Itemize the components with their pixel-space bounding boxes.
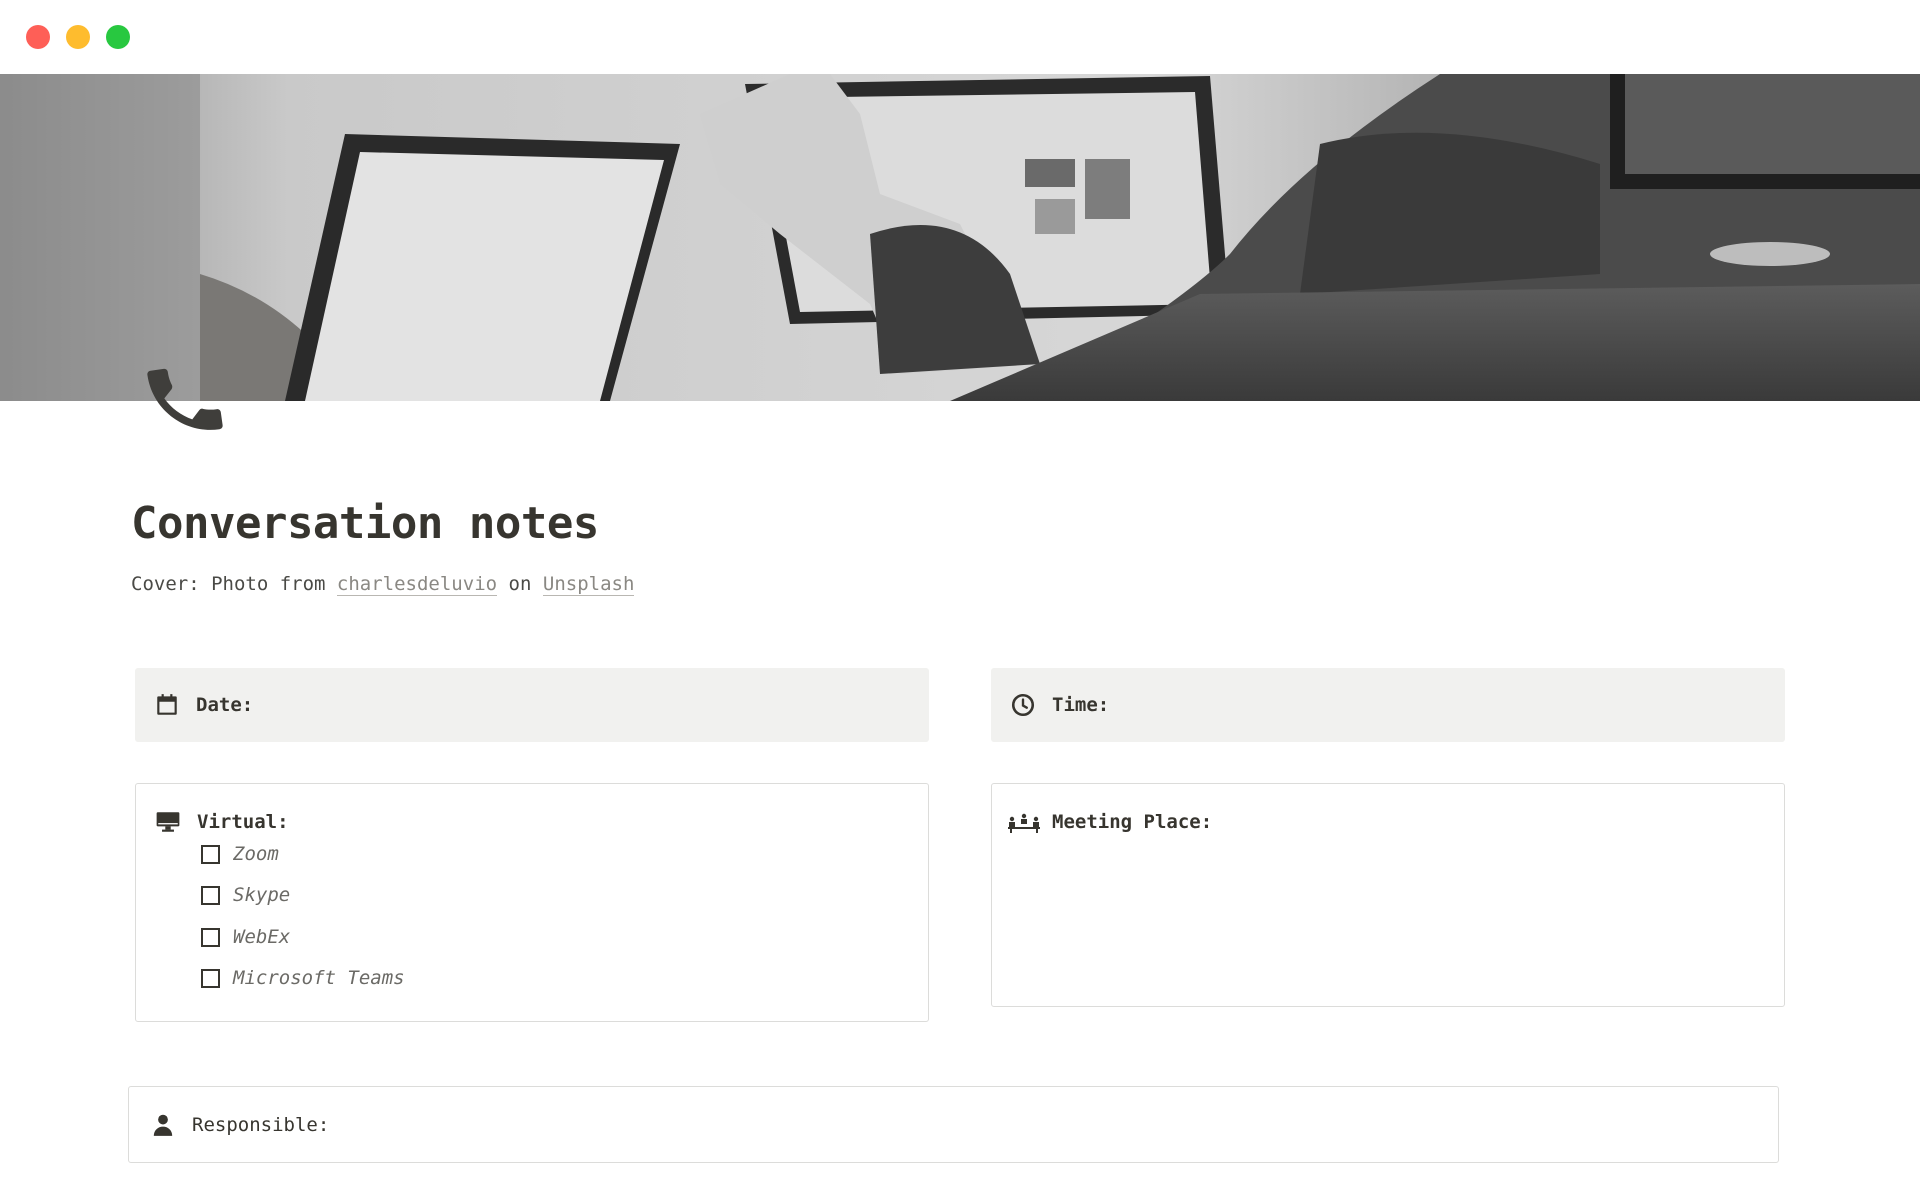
checklist-item-zoom[interactable]: Zoom [201,843,279,865]
checklist-item-webex[interactable]: WebEx [201,926,290,948]
checklist-item-label: Zoom [233,843,279,865]
desktop-computer-icon [155,809,181,835]
cover-image[interactable] [0,74,1920,401]
window-zoom-button[interactable] [106,25,130,49]
meeting-place-callout-header: Meeting Place: [1008,809,1212,835]
checklist-item-microsoft-teams[interactable]: Microsoft Teams [201,967,405,989]
checklist-item-label: Skype [233,884,291,906]
time-callout-header: Time: [1010,692,1109,718]
time-label: Time: [1052,694,1110,716]
virtual-callout-header: Virtual: [155,809,289,835]
calendar-icon [154,692,180,718]
meeting-place-label: Meeting Place: [1052,811,1213,833]
page-title: Conversation notes [131,498,599,549]
checkbox[interactable] [201,968,220,988]
cover-credit-author-link[interactable]: charlesdeluvio [336,573,498,596]
time-callout[interactable]: Time: [991,668,1785,742]
cover-credit-source-link[interactable]: Unsplash [542,573,635,596]
checkbox[interactable] [201,885,220,905]
date-label: Date: [196,694,254,716]
clock-icon [1010,692,1036,718]
window-minimize-button[interactable] [66,25,90,49]
responsible-callout-header: Responsible: [150,1112,329,1138]
checkbox[interactable] [201,927,220,947]
checklist-item-label: Microsoft Teams [233,967,405,989]
date-callout-header: Date: [154,692,253,718]
responsible-label: Responsible: [192,1114,330,1136]
cover-credit-middle: on [508,573,532,595]
person-icon [150,1112,176,1138]
date-callout[interactable]: Date: [135,668,929,742]
cover-credit: Cover: Photo from charlesdeluvio on Unsp… [131,573,635,596]
cover-credit-prefix: Cover: Photo from [131,573,326,595]
window-titlebar [0,0,1920,74]
checkbox[interactable] [201,844,220,864]
virtual-label: Virtual: [197,811,289,833]
checklist-item-label: WebEx [233,926,291,948]
people-at-table-icon [1008,809,1040,835]
responsible-callout[interactable]: Responsible: [128,1086,1779,1163]
window-close-button[interactable] [26,25,50,49]
telephone-receiver-icon[interactable] [140,355,230,445]
checklist-item-skype[interactable]: Skype [201,884,290,906]
meeting-place-callout[interactable]: Meeting Place: [991,783,1785,1007]
